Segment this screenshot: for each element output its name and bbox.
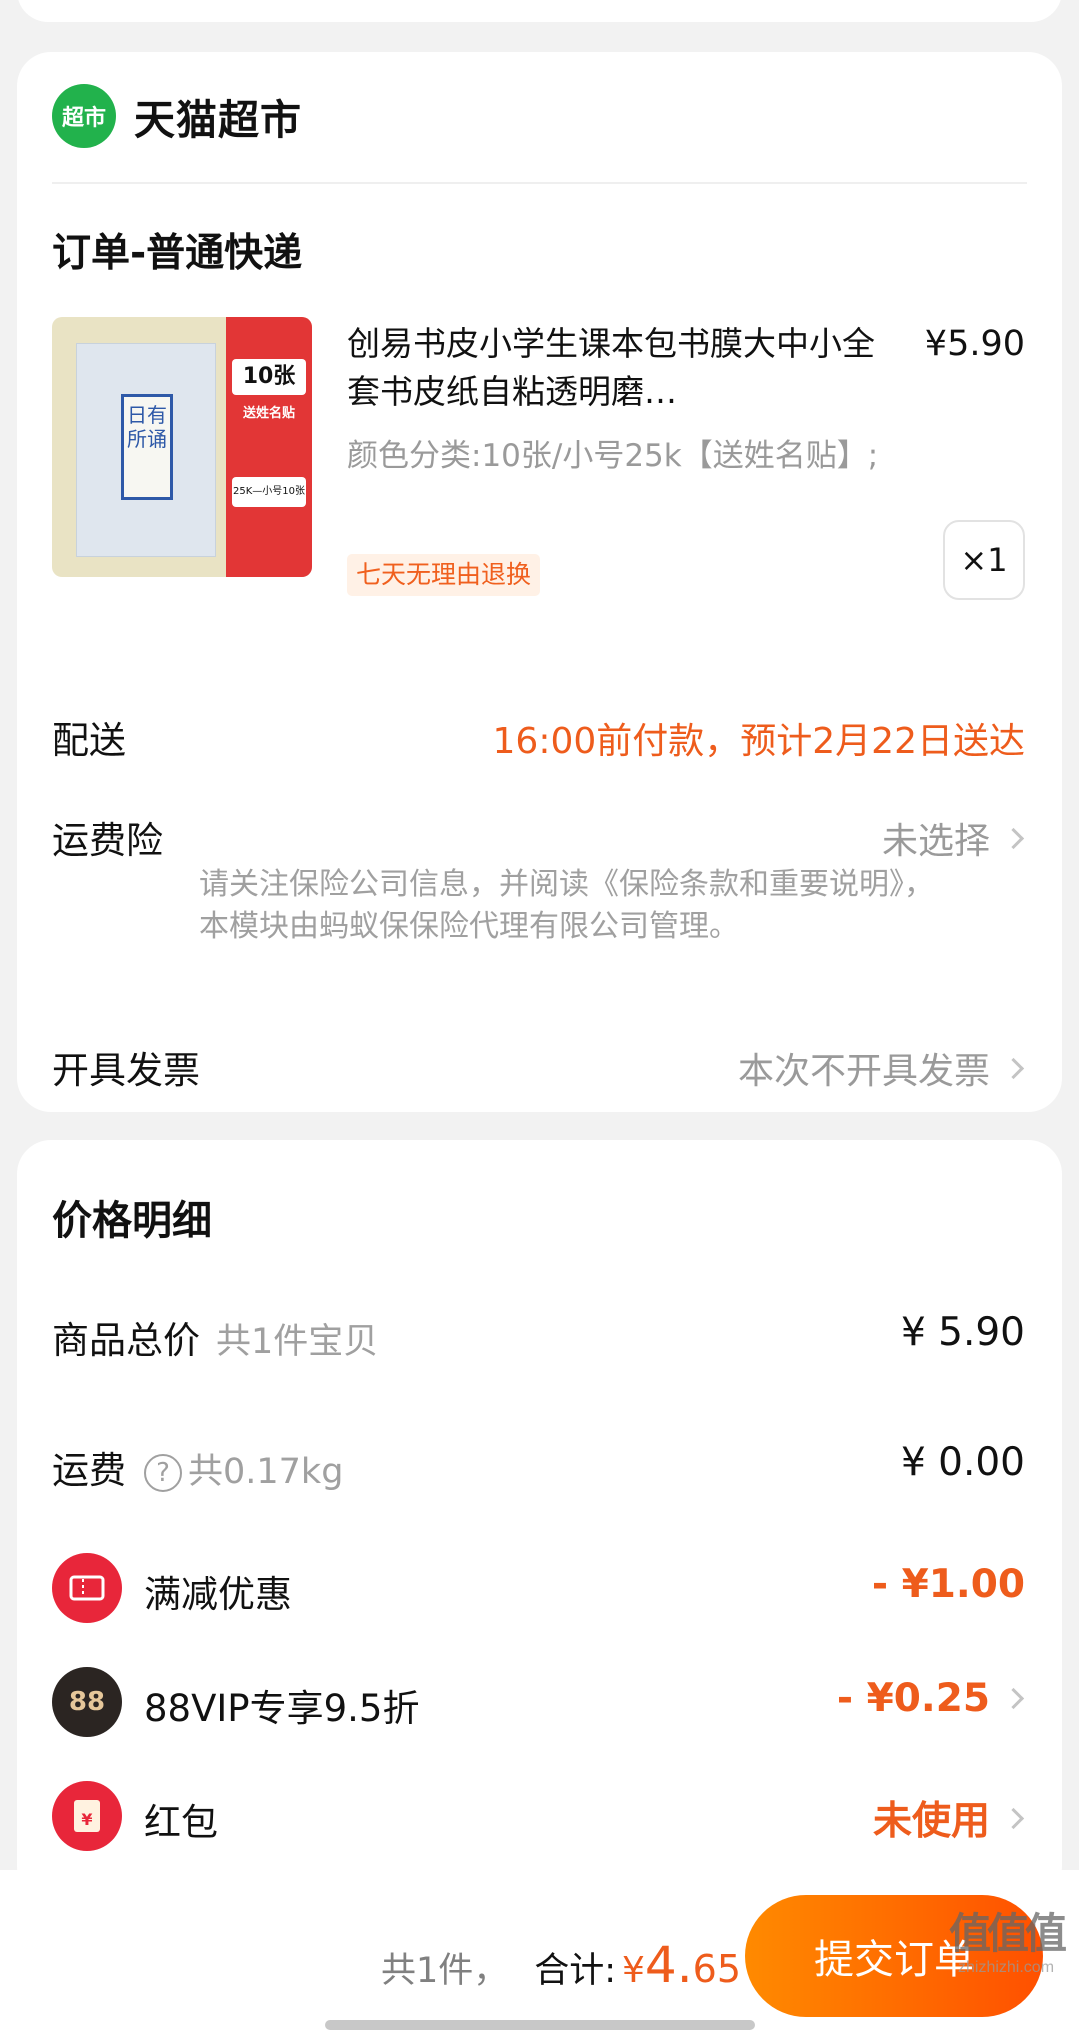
red-packet-selector[interactable]: 未使用 — [873, 1790, 1025, 1846]
order-section-title: 订单-普通快递 — [52, 231, 303, 276]
product-image-title: 日有所诵 — [121, 394, 173, 500]
watermark-logo: 值值值 zhizhizhi.com — [941, 1900, 1071, 1977]
watermark-glyph: 值值值 — [948, 1909, 1067, 1958]
invoice-selector[interactable]: 本次不开具发票 — [738, 1042, 1025, 1094]
chevron-right-icon — [1002, 827, 1025, 849]
home-indicator[interactable] — [325, 2020, 755, 2030]
price-detail-card: 价格明细 商品总价 共1件宝贝 ¥ 5.90 运费? 共0.17kg ¥ 0.00 … — [17, 1140, 1062, 1900]
shipping-insurance-value: 未选择 — [881, 821, 990, 862]
shipping-fee-amount: ¥ 0.00 — [900, 1440, 1025, 1485]
chevron-right-icon — [1002, 1687, 1025, 1710]
total-label: 合计: — [534, 1951, 617, 1991]
product-image-banner: 10张 送姓名贴 25K—小号10张 — [226, 317, 312, 577]
watermark-text: zhizhizhi.com — [957, 1959, 1055, 1976]
product-image-cover: 日有所诵 — [76, 343, 216, 557]
product-image-count: 10张 — [232, 359, 306, 395]
full-reduction-amount: - ¥1.00 — [871, 1562, 1025, 1607]
product-image[interactable]: 日有所诵 10张 送姓名贴 25K—小号10张 — [52, 317, 312, 577]
shop-name: 天猫超市 — [134, 96, 302, 144]
vip-discount-label: 88VIP专享9.5折 — [144, 1687, 420, 1730]
goods-total-amount: ¥ 5.90 — [900, 1310, 1025, 1355]
shipping-insurance-selector[interactable]: 未选择 — [882, 812, 1025, 864]
chevron-right-icon — [1002, 1807, 1025, 1829]
red-packet-label: 红包 — [144, 1801, 218, 1844]
red-packet-value: 未使用 — [872, 1799, 990, 1844]
total-amount-integer: 4. — [644, 1936, 693, 1994]
bottom-checkout-bar: 共1件， 合计: ¥ 4. 65 提交订单 值值值 zhizhizhi.com — [0, 1870, 1079, 2036]
goods-total-label: 商品总价 — [52, 1319, 200, 1362]
divider — [52, 182, 1027, 184]
total-currency: ¥ — [622, 1950, 645, 1991]
total-amount-decimal: 65 — [692, 1947, 741, 1991]
goods-total-count: 共1件宝贝 — [216, 1322, 379, 1362]
vip-discount-amount: - ¥0.25 — [836, 1676, 990, 1721]
full-reduction-label: 满减优惠 — [144, 1573, 292, 1616]
red-packet-symbol: ¥ — [74, 1800, 100, 1832]
product-image-gift: 送姓名贴 — [242, 406, 295, 421]
return-policy-badge: 七天无理由退换 — [347, 554, 541, 596]
tmall-supermarket-logo-icon: 超市 — [52, 84, 116, 148]
invoice-value: 本次不开具发票 — [737, 1051, 990, 1092]
previous-card — [17, 0, 1062, 22]
product-image-size: 25K—小号10张 — [232, 477, 306, 507]
red-packet-icon: ¥ — [52, 1781, 122, 1851]
product-spec[interactable]: 颜色分类:10张/小号25k【送姓名贴】; — [347, 434, 907, 478]
shop-header[interactable]: 超市 天猫超市 — [52, 84, 302, 148]
shipping-weight: 共0.17kg — [188, 1452, 344, 1492]
order-total: 共1件， 合计: ¥ 4. 65 — [381, 1936, 741, 1994]
price-detail-title: 价格明细 — [52, 1198, 212, 1244]
insurance-notice[interactable]: 请关注保险公司信息，并阅读《保险条款和重要说明》，本模块由蚂蚁保保险代理有限公司… — [199, 864, 959, 948]
vip-discount-selector[interactable]: - ¥0.25 — [837, 1676, 1025, 1721]
goods-total-row: 商品总价 共1件宝贝 — [52, 1310, 378, 1364]
total-item-count: 共1件， — [380, 1951, 509, 1991]
shipping-fee-label: 运费 — [52, 1449, 126, 1492]
quantity-stepper[interactable]: ×1 — [943, 520, 1025, 600]
order-card: 超市 天猫超市 订单-普通快递 日有所诵 10张 送姓名贴 25K—小号10张 … — [17, 52, 1062, 1112]
shipping-insurance-label: 运费险 — [52, 819, 163, 862]
delivery-value: 16:00前付款，预计2月22日送达 — [492, 721, 1025, 762]
product-title[interactable]: 创易书皮小学生课本包书膜大中小全套书皮纸自粘透明磨… — [347, 320, 887, 416]
delivery-label: 配送 — [52, 719, 126, 762]
coupon-ticket-icon — [52, 1553, 122, 1623]
shipping-fee-row: 运费? 共0.17kg — [52, 1440, 343, 1494]
product-price: ¥5.90 — [924, 324, 1025, 364]
invoice-label: 开具发票 — [52, 1049, 200, 1092]
help-icon[interactable]: ? — [144, 1453, 182, 1492]
vip-88-icon: 88 — [52, 1667, 122, 1737]
chevron-right-icon — [1002, 1057, 1025, 1079]
